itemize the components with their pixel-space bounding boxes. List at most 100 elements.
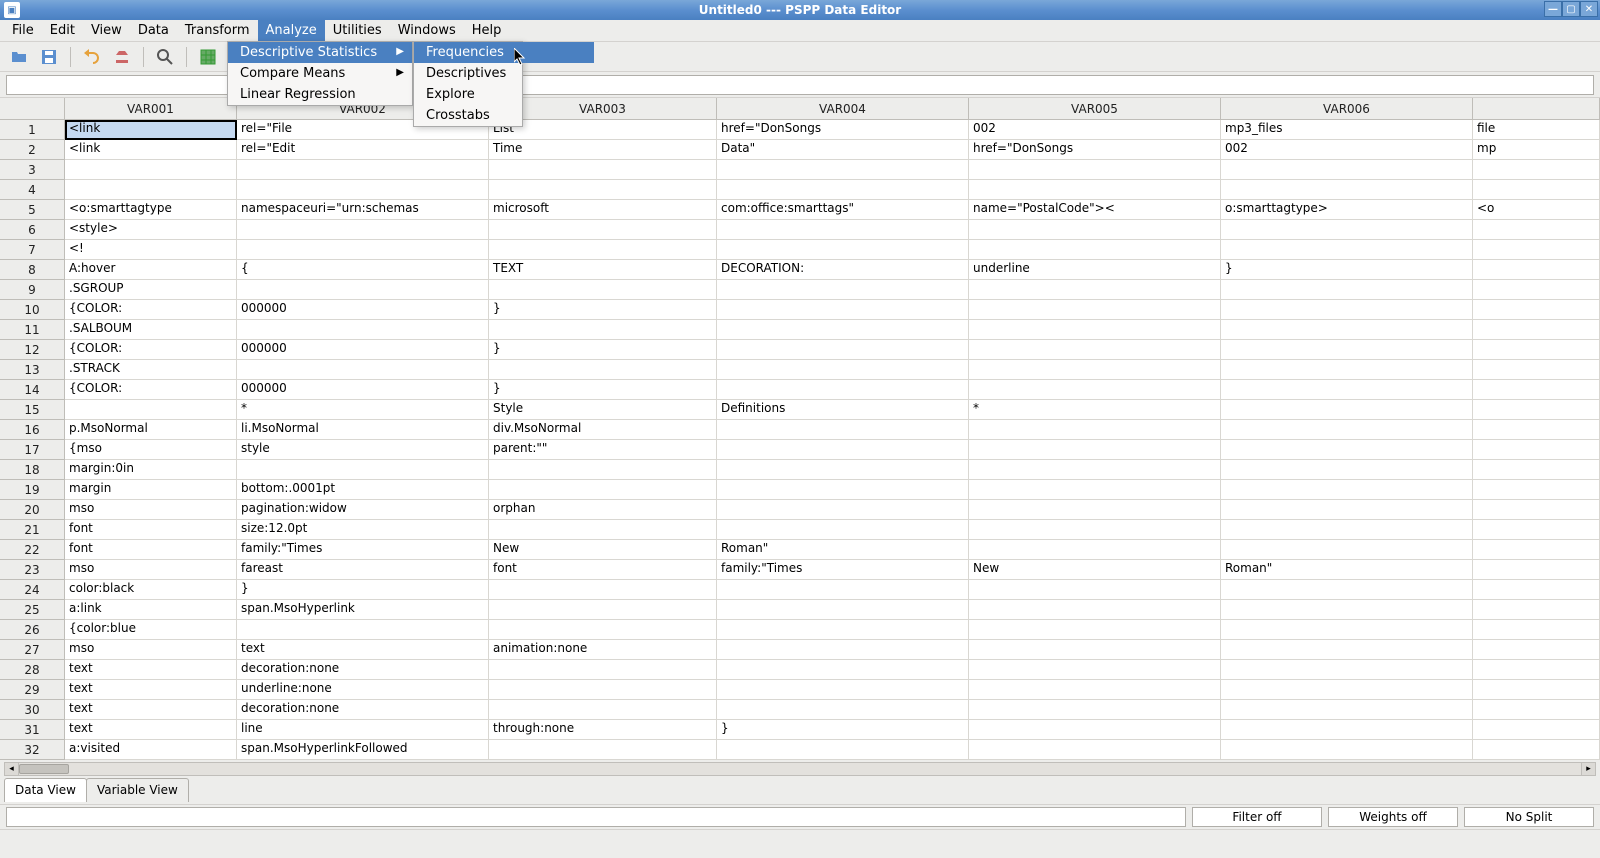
data-cell[interactable]: [969, 440, 1221, 460]
row-header[interactable]: 16: [0, 420, 65, 440]
data-cell[interactable]: .STRACK: [65, 360, 237, 380]
scroll-right-button[interactable]: ▸: [1581, 763, 1595, 775]
data-cell[interactable]: [969, 600, 1221, 620]
data-cell[interactable]: [489, 680, 717, 700]
data-cell[interactable]: }: [489, 380, 717, 400]
data-cell[interactable]: [969, 640, 1221, 660]
data-cell[interactable]: mp3_files: [1221, 120, 1473, 140]
data-cell[interactable]: [1221, 480, 1473, 500]
dd-explore[interactable]: Explore: [414, 84, 594, 105]
data-cell[interactable]: {COLOR:: [65, 300, 237, 320]
column-header[interactable]: VAR004: [717, 98, 969, 120]
data-cell[interactable]: .SGROUP: [65, 280, 237, 300]
data-cell[interactable]: [1473, 380, 1600, 400]
data-cell[interactable]: [1221, 420, 1473, 440]
menu-data[interactable]: Data: [130, 20, 177, 41]
data-cell[interactable]: [1221, 460, 1473, 480]
row-header[interactable]: 5: [0, 200, 65, 220]
data-cell[interactable]: <link: [65, 140, 237, 160]
row-header[interactable]: 23: [0, 560, 65, 580]
data-cell[interactable]: Roman": [717, 540, 969, 560]
data-cell[interactable]: [717, 180, 969, 200]
data-cell[interactable]: [1473, 220, 1600, 240]
data-cell[interactable]: [717, 660, 969, 680]
data-cell[interactable]: [717, 340, 969, 360]
data-cell[interactable]: }: [489, 340, 717, 360]
data-cell[interactable]: text: [65, 680, 237, 700]
row-header[interactable]: 13: [0, 360, 65, 380]
data-cell[interactable]: [717, 740, 969, 760]
data-cell[interactable]: [717, 320, 969, 340]
data-cell[interactable]: [1221, 240, 1473, 260]
data-cell[interactable]: animation:none: [489, 640, 717, 660]
data-cell[interactable]: [489, 160, 717, 180]
dd-linear-regression[interactable]: Linear Regression: [228, 84, 412, 105]
data-cell[interactable]: *: [969, 400, 1221, 420]
data-cell[interactable]: margin: [65, 480, 237, 500]
data-cell[interactable]: [717, 280, 969, 300]
data-cell[interactable]: li.MsoNormal: [237, 420, 489, 440]
status-filter[interactable]: Filter off: [1192, 807, 1322, 827]
data-cell[interactable]: [1473, 420, 1600, 440]
row-header[interactable]: 11: [0, 320, 65, 340]
data-cell[interactable]: [237, 220, 489, 240]
dd-crosstabs[interactable]: Crosstabs: [414, 105, 594, 126]
data-cell[interactable]: [969, 660, 1221, 680]
data-cell[interactable]: [1221, 320, 1473, 340]
column-header[interactable]: VAR001: [65, 98, 237, 120]
data-cell[interactable]: [237, 240, 489, 260]
data-cell[interactable]: [1473, 600, 1600, 620]
row-header[interactable]: 18: [0, 460, 65, 480]
open-button[interactable]: [6, 45, 32, 69]
data-cell[interactable]: 000000: [237, 340, 489, 360]
data-cell[interactable]: [237, 620, 489, 640]
data-cell[interactable]: microsoft: [489, 200, 717, 220]
row-header[interactable]: 20: [0, 500, 65, 520]
data-cell[interactable]: [1473, 400, 1600, 420]
data-cell[interactable]: [237, 460, 489, 480]
row-header[interactable]: 22: [0, 540, 65, 560]
scroll-thumb[interactable]: [19, 764, 69, 774]
row-header[interactable]: 14: [0, 380, 65, 400]
data-cell[interactable]: [1221, 540, 1473, 560]
data-cell[interactable]: <style>: [65, 220, 237, 240]
status-weights[interactable]: Weights off: [1328, 807, 1458, 827]
data-cell[interactable]: [1473, 480, 1600, 500]
data-cell[interactable]: }: [1221, 260, 1473, 280]
data-cell[interactable]: {COLOR:: [65, 380, 237, 400]
data-cell[interactable]: [969, 540, 1221, 560]
data-cell[interactable]: [717, 380, 969, 400]
data-cell[interactable]: a:visited: [65, 740, 237, 760]
data-cell[interactable]: family:"Times: [237, 540, 489, 560]
data-cell[interactable]: [489, 280, 717, 300]
row-header[interactable]: 30: [0, 700, 65, 720]
row-header[interactable]: 12: [0, 340, 65, 360]
data-cell[interactable]: file: [1473, 120, 1600, 140]
data-cell[interactable]: o:smarttagtype>: [1221, 200, 1473, 220]
data-cell[interactable]: span.MsoHyperlink: [237, 600, 489, 620]
data-cell[interactable]: [717, 600, 969, 620]
maximize-button[interactable]: ▢: [1562, 1, 1580, 17]
data-cell[interactable]: [489, 220, 717, 240]
data-cell[interactable]: [1221, 520, 1473, 540]
data-cell[interactable]: [969, 740, 1221, 760]
data-cell[interactable]: line: [237, 720, 489, 740]
data-cell[interactable]: [237, 320, 489, 340]
row-header[interactable]: 21: [0, 520, 65, 540]
row-header[interactable]: 31: [0, 720, 65, 740]
data-cell[interactable]: [1473, 740, 1600, 760]
data-cell[interactable]: href="DonSongs: [717, 120, 969, 140]
data-cell[interactable]: Data": [717, 140, 969, 160]
data-cell[interactable]: parent:"": [489, 440, 717, 460]
data-cell[interactable]: [1473, 560, 1600, 580]
row-header[interactable]: 17: [0, 440, 65, 460]
data-cell[interactable]: [489, 360, 717, 380]
data-cell[interactable]: *: [237, 400, 489, 420]
data-cell[interactable]: [489, 180, 717, 200]
row-header[interactable]: 25: [0, 600, 65, 620]
menu-file[interactable]: File: [4, 20, 42, 41]
data-cell[interactable]: through:none: [489, 720, 717, 740]
data-cell[interactable]: style: [237, 440, 489, 460]
menu-analyze[interactable]: Analyze: [258, 20, 325, 41]
data-cell[interactable]: a:link: [65, 600, 237, 620]
